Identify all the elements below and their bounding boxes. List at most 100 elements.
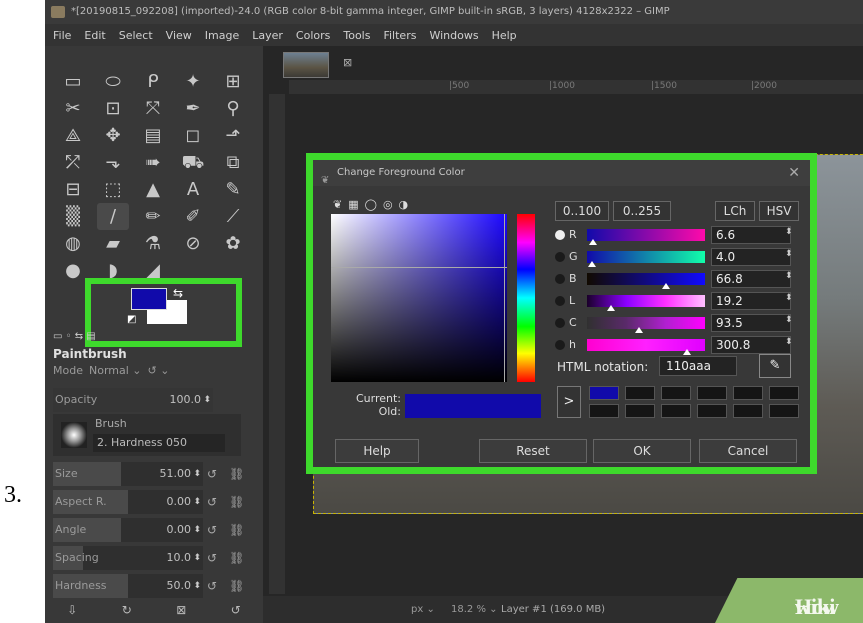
tool-icon[interactable]: ▲ bbox=[137, 176, 169, 203]
tool-icon[interactable]: ✥ bbox=[97, 122, 129, 149]
image-tab-thumbnail[interactable] bbox=[283, 52, 329, 78]
channel-g-radio[interactable] bbox=[555, 252, 565, 262]
aspect-row-icons[interactable]: ↺ ⛓ bbox=[207, 495, 257, 509]
aspect-ratio-slider[interactable]: Aspect R. 0.00 ⬍ bbox=[53, 490, 203, 514]
brush-selector[interactable]: Brush 2. Hardness 050 bbox=[53, 414, 241, 456]
range-0-255-button[interactable]: 0..255 bbox=[613, 201, 671, 221]
reset-icon[interactable]: ↺ bbox=[207, 467, 217, 481]
cancel-button[interactable]: Cancel bbox=[699, 439, 797, 463]
channel-c-slider[interactable] bbox=[587, 317, 705, 333]
hardness-slider[interactable]: Hardness 50.0 ⬍ bbox=[53, 574, 203, 598]
reset-icon[interactable]: ↺ bbox=[207, 495, 217, 509]
tool-icon[interactable]: ⊘ bbox=[177, 230, 209, 257]
channel-r-radio[interactable] bbox=[555, 230, 565, 240]
tool-icon[interactable]: ✦ bbox=[177, 68, 209, 95]
tool-icon[interactable]: ⚲ bbox=[217, 95, 249, 122]
channel-b-radio[interactable] bbox=[555, 274, 565, 284]
channel-c-spin-icon[interactable]: ⬍ bbox=[785, 315, 793, 325]
opacity-spin-icon[interactable]: ⬍ bbox=[203, 388, 211, 412]
hsv-button[interactable]: HSV bbox=[759, 201, 799, 221]
menu-windows[interactable]: Windows bbox=[429, 29, 478, 42]
channel-l-value[interactable]: 19.2 bbox=[711, 292, 791, 310]
hardness-row-icons[interactable]: ↺ ⛓ bbox=[207, 579, 257, 593]
aspect-spin-icon[interactable]: ⬍ bbox=[193, 490, 201, 514]
mode-select[interactable]: Normal ⌄ bbox=[89, 364, 142, 377]
channel-g-slider[interactable] bbox=[587, 251, 705, 267]
tool-icon[interactable]: ✿ bbox=[217, 230, 249, 257]
channel-l-radio[interactable] bbox=[555, 296, 565, 306]
history-swatch[interactable] bbox=[661, 386, 691, 400]
link-icon[interactable]: ⛓ bbox=[229, 467, 244, 481]
tool-icon[interactable]: ⤧ bbox=[137, 95, 169, 122]
menu-select[interactable]: Select bbox=[119, 29, 153, 42]
menu-help[interactable]: Help bbox=[492, 29, 517, 42]
reset-button[interactable]: Reset bbox=[479, 439, 587, 463]
saturation-value-square[interactable] bbox=[331, 214, 507, 382]
watercolor-selector-icon[interactable]: ◎ bbox=[383, 198, 393, 211]
tool-icon[interactable]: A bbox=[177, 176, 209, 203]
tool-icon[interactable]: ⟁ bbox=[57, 122, 89, 149]
tool-icon[interactable]: ᑭ bbox=[137, 68, 169, 95]
menu-colors[interactable]: Colors bbox=[296, 29, 330, 42]
restore-options-icon[interactable]: ↻ bbox=[122, 603, 132, 617]
history-swatch[interactable] bbox=[697, 404, 727, 418]
channel-l-spin-icon[interactable]: ⬍ bbox=[785, 293, 793, 303]
link-icon[interactable]: ⛓ bbox=[229, 579, 244, 593]
tool-icon[interactable]: ▤ bbox=[137, 122, 169, 149]
add-to-history-button[interactable]: > bbox=[557, 386, 581, 418]
menu-layer[interactable]: Layer bbox=[252, 29, 283, 42]
hardness-spin-icon[interactable]: ⬍ bbox=[193, 574, 201, 598]
tool-icon[interactable]: ⊡ bbox=[97, 95, 129, 122]
ok-button[interactable]: OK bbox=[593, 439, 691, 463]
menu-image[interactable]: Image bbox=[205, 29, 239, 42]
history-swatch[interactable] bbox=[733, 404, 763, 418]
tool-icon[interactable]: ⤱ bbox=[57, 149, 89, 176]
angle-row-icons[interactable]: ↺ ⛓ bbox=[207, 523, 257, 537]
wheel-selector-icon[interactable]: ◑ bbox=[399, 198, 409, 211]
angle-slider[interactable]: Angle 0.00 ⬍ bbox=[53, 518, 203, 542]
menu-edit[interactable]: Edit bbox=[84, 29, 105, 42]
channel-b-slider[interactable] bbox=[587, 273, 705, 289]
history-swatch[interactable] bbox=[769, 404, 799, 418]
gimp-selector-icon[interactable]: ❦ bbox=[333, 198, 342, 211]
tool-icon[interactable]: ⬎ bbox=[97, 149, 129, 176]
size-row-icons[interactable]: ↺ ⛓ bbox=[207, 467, 257, 481]
link-icon[interactable]: ⛓ bbox=[229, 495, 244, 509]
tool-icon[interactable]: ➠ bbox=[137, 149, 169, 176]
history-swatch[interactable] bbox=[733, 386, 763, 400]
reset-icon[interactable]: ↺ bbox=[207, 579, 217, 593]
tool-icon[interactable]: ✎ bbox=[217, 176, 249, 203]
channel-r-value[interactable]: 6.6 bbox=[711, 226, 791, 244]
zoom-select[interactable]: 18.2 % ⌄ bbox=[451, 604, 498, 615]
menu-filters[interactable]: Filters bbox=[383, 29, 416, 42]
save-options-icon[interactable]: ⇩ bbox=[67, 603, 77, 617]
opacity-slider[interactable]: Opacity 100.0 ⬍ bbox=[53, 388, 213, 412]
tool-icon[interactable]: ⬭ bbox=[97, 68, 129, 95]
channel-g-value[interactable]: 4.0 bbox=[711, 248, 791, 266]
tool-icon[interactable]: ⛟ bbox=[177, 149, 209, 176]
triangle-selector-icon[interactable]: ◯ bbox=[365, 198, 377, 211]
channel-l-slider[interactable] bbox=[587, 295, 705, 311]
tool-icon[interactable]: ✒ bbox=[177, 95, 209, 122]
history-swatch[interactable] bbox=[589, 386, 619, 400]
default-colors-icon[interactable]: ◩ bbox=[127, 314, 136, 325]
link-icon[interactable]: ⛓ bbox=[229, 551, 244, 565]
delete-options-icon[interactable]: ⊠ bbox=[176, 603, 186, 617]
tool-icon[interactable]: ⊟ bbox=[57, 176, 89, 203]
channel-c-value[interactable]: 93.5 bbox=[711, 314, 791, 332]
channel-h-slider[interactable] bbox=[587, 339, 705, 355]
size-spin-icon[interactable]: ⬍ bbox=[193, 462, 201, 486]
cmyk-selector-icon[interactable]: ▦ bbox=[348, 198, 358, 211]
close-icon[interactable]: ✕ bbox=[788, 160, 800, 186]
history-swatch[interactable] bbox=[697, 386, 727, 400]
tool-icon[interactable]: / bbox=[97, 203, 129, 230]
history-swatch[interactable] bbox=[589, 404, 619, 418]
mode-reset-icon[interactable]: ↺ ⌄ bbox=[148, 364, 170, 377]
tool-icon[interactable]: ⬏ bbox=[217, 122, 249, 149]
close-tab-icon[interactable]: ⊠ bbox=[343, 56, 352, 69]
tool-icon[interactable]: ◻ bbox=[177, 122, 209, 149]
tool-icon[interactable]: ⧉ bbox=[217, 149, 249, 176]
tool-icon[interactable]: ▒ bbox=[57, 203, 89, 230]
history-swatch[interactable] bbox=[661, 404, 691, 418]
spacing-slider[interactable]: Spacing 10.0 ⬍ bbox=[53, 546, 203, 570]
